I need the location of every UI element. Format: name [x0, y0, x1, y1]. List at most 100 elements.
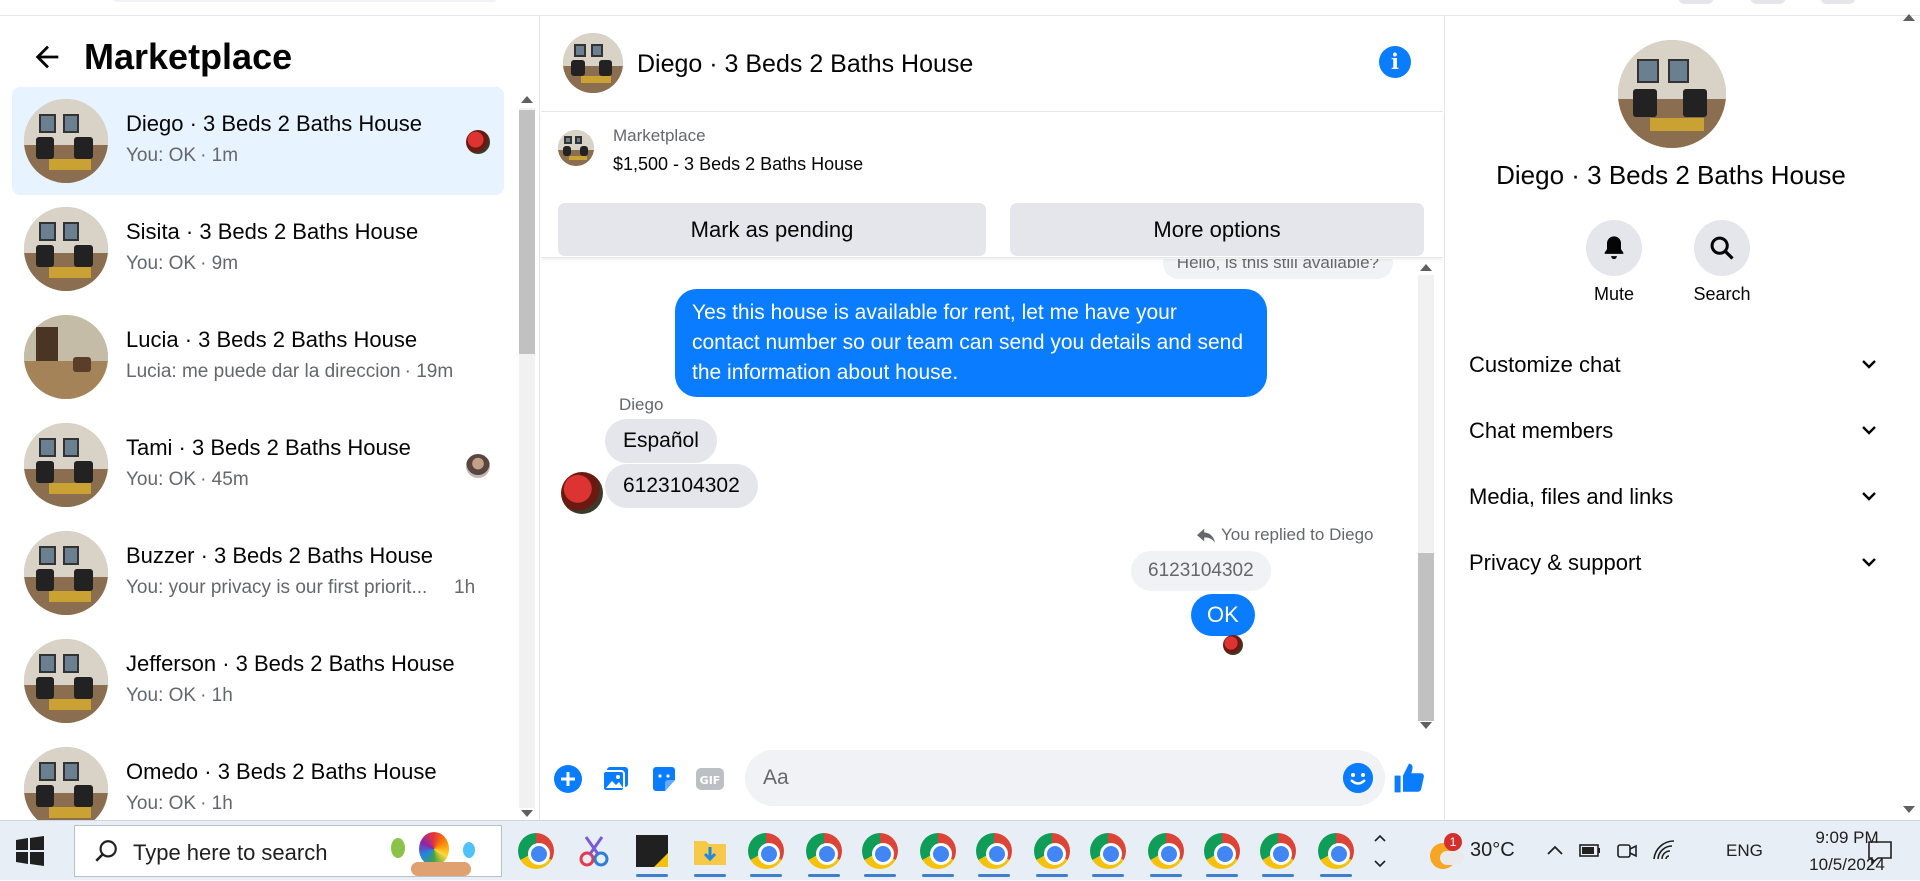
chrome-profile-icon[interactable]: [920, 833, 956, 877]
search-button[interactable]: Search: [1677, 220, 1767, 305]
conversation-preview: You: OK · 1h: [126, 793, 233, 815]
scrollbar-thumb[interactable]: [519, 110, 535, 354]
conversation-item[interactable]: Tami · 3 Beds 2 Baths House You: OK · 45m: [12, 411, 504, 519]
conversation-item[interactable]: Omedo · 3 Beds 2 Baths House You: OK · 1h: [12, 735, 504, 820]
chrome-profile-icon[interactable]: [1090, 833, 1126, 877]
chrome-profile-icon[interactable]: [1260, 833, 1296, 877]
marketplace-label: Marketplace: [613, 126, 706, 145]
search-icon[interactable]: [1694, 220, 1750, 276]
profile-sliver[interactable]: [1820, 0, 1856, 4]
thumbs-up-icon[interactable]: [1391, 760, 1427, 796]
chrome-icon[interactable]: [518, 833, 554, 869]
privacy-support-section[interactable]: Privacy & support: [1469, 544, 1879, 584]
weather-icon[interactable]: 1: [1430, 833, 1464, 869]
conversation-item[interactable]: Jefferson · 3 Beds 2 Baths House You: OK ·…: [12, 627, 504, 735]
back-arrow-icon[interactable]: [30, 40, 64, 74]
conversation-item[interactable]: Sisita · 3 Beds 2 Baths House You: OK · 9m: [12, 195, 504, 303]
photo-icon[interactable]: [601, 764, 631, 794]
profile-avatar[interactable]: [1618, 40, 1726, 148]
taskbar-search-placeholder: Type here to search: [133, 840, 328, 865]
chevron-up-icon[interactable]: [1546, 843, 1564, 857]
conversation-item[interactable]: Buzzer · 3 Beds 2 Baths House You: your p…: [12, 519, 504, 627]
sender-name: Diego: [619, 395, 664, 414]
marketplace-listing-bar: Marketplace $1,500 - 3 Beds 2 Baths Hous…: [541, 112, 1443, 258]
conversation-item[interactable]: Lucia · 3 Beds 2 Baths House Lucia: me pu…: [12, 303, 504, 411]
outgoing-message[interactable]: OK: [1191, 594, 1255, 636]
chrome-profile-icon[interactable]: [862, 833, 898, 877]
listing-title[interactable]: $1,500 - 3 Beds 2 Baths House: [613, 154, 863, 175]
scrollbar-thumb[interactable]: [1418, 553, 1434, 721]
chrome-profile-icon[interactable]: [748, 833, 784, 877]
mark-as-pending-button[interactable]: Mark as pending: [558, 203, 986, 256]
header-button-sliver[interactable]: [1750, 0, 1786, 4]
preview-text: You: OK: [126, 469, 197, 490]
chrome-profile-icon[interactable]: [1034, 833, 1070, 877]
chrome-profile-icon[interactable]: [976, 833, 1012, 877]
info-icon[interactable]: i: [1379, 46, 1411, 78]
chevron-down-icon[interactable]: [1859, 354, 1879, 374]
incoming-message[interactable]: Español: [605, 419, 717, 463]
listing-thumbnail[interactable]: [558, 130, 594, 166]
notification-icon[interactable]: [1866, 839, 1894, 865]
incoming-message[interactable]: 6123104302: [605, 464, 758, 508]
chrome-profile-icon[interactable]: [806, 833, 842, 877]
file-explorer-icon[interactable]: [692, 833, 728, 877]
conversation-thumbnail: [24, 639, 108, 723]
conversation-list-scrollbar[interactable]: [516, 92, 538, 820]
search-bar-sliver[interactable]: [110, 0, 500, 2]
add-icon[interactable]: [553, 764, 583, 794]
chat-avatar[interactable]: [563, 33, 623, 93]
conversation-item[interactable]: Diego · 3 Beds 2 Baths House You: OK · 1m: [12, 87, 504, 195]
header-button-sliver[interactable]: [1678, 0, 1714, 4]
conversation-time: · 9m: [200, 253, 239, 274]
scroll-down-arrow-icon[interactable]: [1420, 722, 1432, 729]
mute-button[interactable]: Mute: [1569, 220, 1659, 305]
outgoing-message[interactable]: Yes this house is available for rent, le…: [675, 289, 1267, 397]
chrome-profile-icon[interactable]: [1148, 833, 1184, 877]
gif-icon[interactable]: GIF: [695, 764, 725, 794]
bell-icon[interactable]: [1586, 220, 1642, 276]
snipping-tool-icon[interactable]: [576, 833, 612, 869]
sticky-notes-icon[interactable]: [634, 833, 670, 877]
chat-panel: Diego · 3 Beds 2 Baths House i Marketpla…: [541, 16, 1443, 820]
scroll-up-arrow-icon[interactable]: [521, 96, 533, 103]
message-scrollbar[interactable]: [1415, 259, 1437, 733]
sender-avatar[interactable]: [561, 472, 603, 514]
conversation-list-panel: Marketplace Diego · 3 Beds 2 Baths House…: [0, 16, 540, 820]
quoted-message: 6123104302: [1131, 551, 1271, 591]
scroll-up-arrow-icon[interactable]: [1420, 264, 1432, 271]
scroll-down-arrow-icon[interactable]: [1903, 806, 1915, 813]
wifi-icon[interactable]: [1652, 839, 1676, 861]
chrome-profile-icon[interactable]: [1318, 833, 1354, 877]
conversation-name: Jefferson · 3 Beds 2 Baths House: [126, 651, 455, 676]
customize-chat-section[interactable]: Customize chat: [1469, 346, 1879, 386]
seen-avatar: [466, 454, 490, 478]
conversation-time: · 1m: [200, 145, 239, 166]
info-panel-scrollbar[interactable]: [1897, 14, 1920, 820]
language-indicator[interactable]: ENG: [1726, 841, 1763, 861]
chevron-down-icon[interactable]: [1859, 552, 1879, 572]
chevron-down-icon[interactable]: [1859, 420, 1879, 440]
taskbar-search-box[interactable]: Type here to search: [74, 825, 502, 877]
message-input-placeholder: Aa: [763, 766, 789, 789]
chat-members-section[interactable]: Chat members: [1469, 412, 1879, 452]
more-options-button[interactable]: More options: [1010, 203, 1424, 256]
section-title: Media, files and links: [1469, 484, 1674, 509]
seen-avatar: [466, 130, 490, 154]
chevron-down-icon[interactable]: [1859, 486, 1879, 506]
windows-start-icon[interactable]: [14, 835, 46, 867]
battery-icon[interactable]: [1578, 841, 1602, 859]
chrome-profile-icon[interactable]: [1204, 833, 1240, 877]
chat-title[interactable]: Diego · 3 Beds 2 Baths House: [637, 50, 973, 79]
sticker-icon[interactable]: [649, 764, 679, 794]
temperature[interactable]: 30°C: [1470, 839, 1515, 862]
emoji-icon[interactable]: [1343, 763, 1373, 793]
scroll-down-arrow-icon[interactable]: [521, 810, 533, 817]
conversation-time: · 1h: [200, 793, 233, 814]
conversation-thumbnail: [24, 99, 108, 183]
conversation-list: Diego · 3 Beds 2 Baths House You: OK · 1m S…: [12, 87, 504, 820]
message-input[interactable]: Aa: [745, 750, 1385, 806]
scroll-up-arrow-icon[interactable]: [1903, 14, 1915, 21]
media-files-links-section[interactable]: Media, files and links: [1469, 478, 1879, 518]
camera-icon[interactable]: [1616, 841, 1638, 861]
